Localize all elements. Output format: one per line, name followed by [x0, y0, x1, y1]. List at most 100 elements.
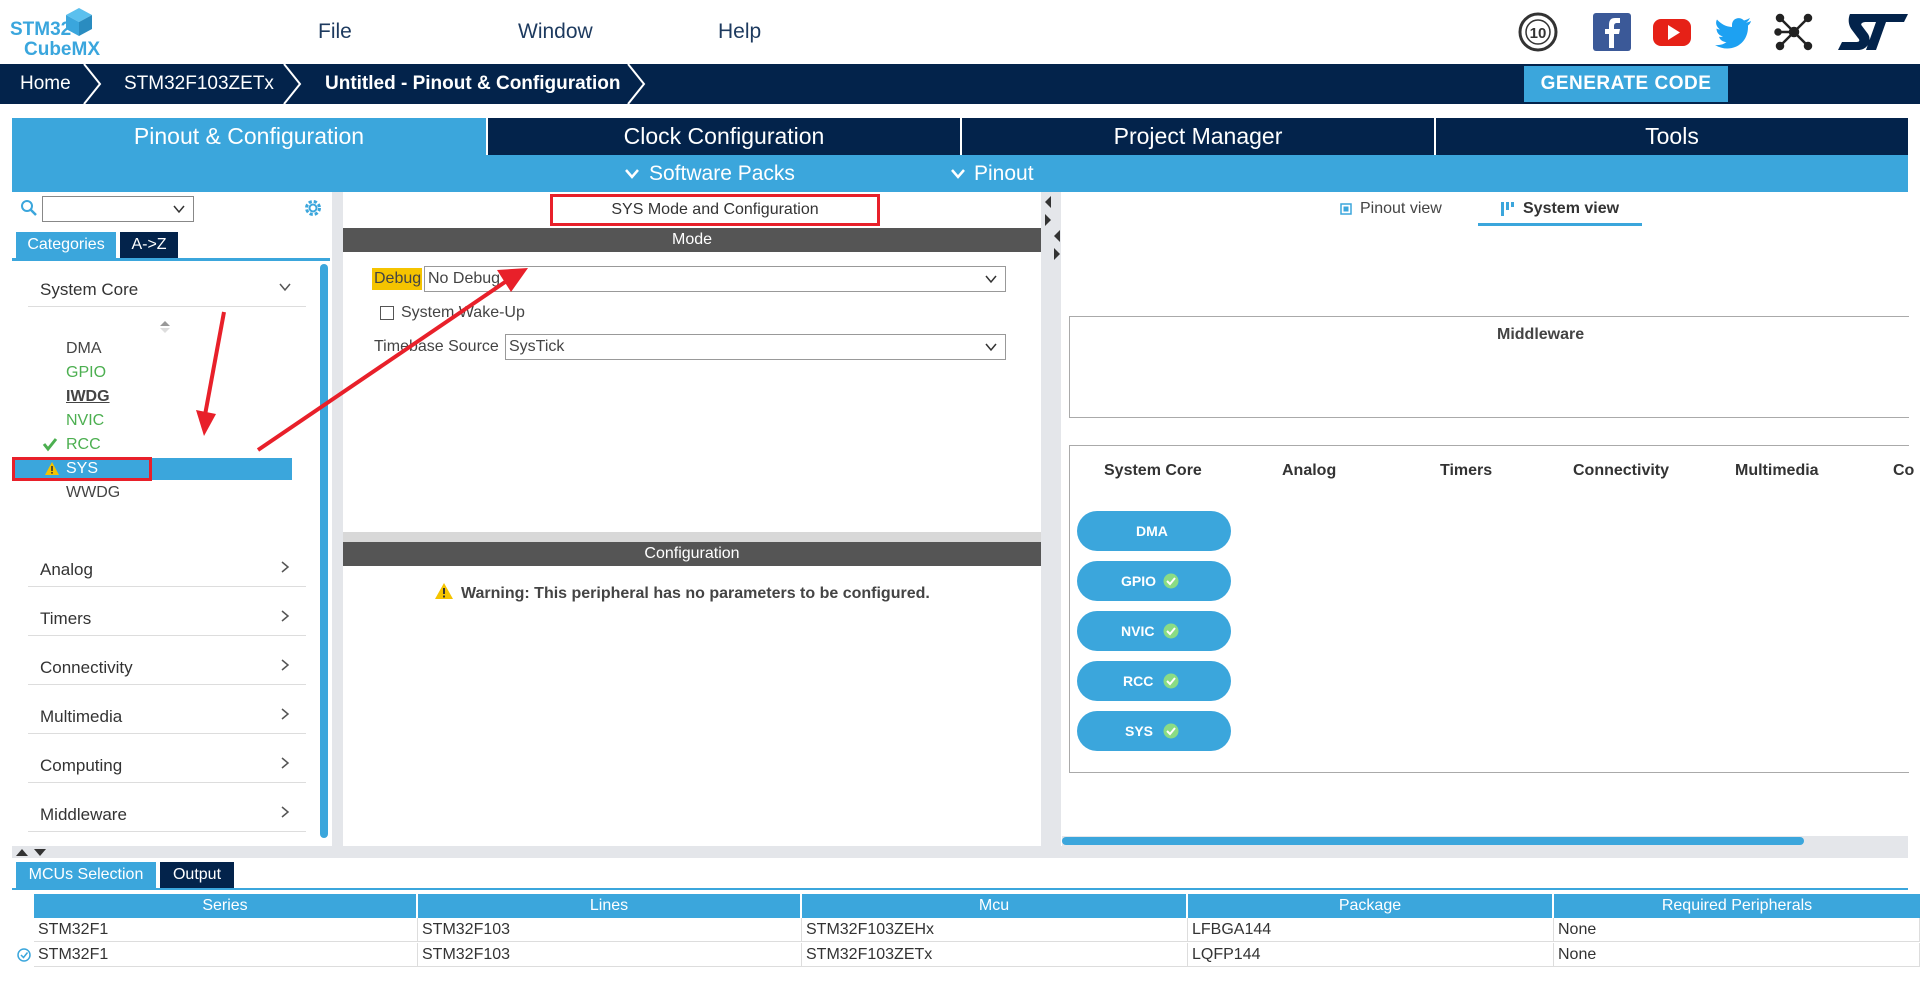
- anniversary-badge-icon[interactable]: 10: [1518, 12, 1558, 52]
- anniversary-number: 10: [1530, 25, 1547, 42]
- debug-label: Debug: [374, 270, 422, 287]
- component-gpio-button[interactable]: GPIO: [1077, 561, 1231, 601]
- twitter-icon[interactable]: [1713, 12, 1753, 52]
- peripheral-rcc[interactable]: RCC: [66, 436, 101, 454]
- system-view-underline: [1478, 223, 1642, 226]
- tab-pinout-view[interactable]: Pinout view: [1360, 200, 1442, 218]
- column-header-mcu[interactable]: Mcu: [802, 894, 1188, 918]
- generate-code-button[interactable]: GENERATE CODE: [1524, 66, 1728, 102]
- group-middleware[interactable]: Middleware: [28, 795, 306, 832]
- group-computing[interactable]: Computing: [28, 746, 306, 783]
- peripheral-iwdg[interactable]: IWDG: [66, 388, 110, 406]
- app-logo-text: STM32: [10, 19, 72, 40]
- peripheral-wwdg[interactable]: WWDG: [66, 484, 120, 502]
- chevron-right-icon: [281, 659, 290, 671]
- table-cell[interactable]: LFBGA144: [1188, 918, 1554, 942]
- left-scrollbar-thumb[interactable]: [320, 264, 328, 838]
- chevron-right-icon: [281, 708, 290, 720]
- column-header-series[interactable]: Series: [34, 894, 418, 918]
- system-view-icon: [1501, 202, 1514, 216]
- component-rcc-button[interactable]: RCC: [1077, 661, 1231, 701]
- tab-mcus-selection[interactable]: MCUs Selection: [16, 862, 156, 888]
- search-input[interactable]: [42, 196, 194, 222]
- tab-a-z[interactable]: A->Z: [120, 232, 178, 258]
- software-packs-menu[interactable]: Software Packs: [649, 155, 795, 192]
- column-header-lines[interactable]: Lines: [418, 894, 802, 918]
- gear-icon[interactable]: [302, 197, 324, 219]
- debug-select-value: No Debug: [428, 270, 501, 287]
- tab-categories[interactable]: Categories: [16, 232, 116, 258]
- group-system-core[interactable]: System Core: [28, 270, 306, 307]
- chevron-right-icon: [281, 757, 290, 769]
- system-wakeup-checkbox[interactable]: [380, 306, 394, 320]
- table-cell[interactable]: None: [1554, 943, 1920, 967]
- table-cell[interactable]: LQFP144: [1188, 943, 1554, 967]
- breadcrumb-home[interactable]: Home: [20, 64, 71, 104]
- panel-splitter[interactable]: [332, 192, 343, 846]
- column-multimedia: Multimedia: [1735, 462, 1819, 479]
- table-cell[interactable]: STM32F103ZETx: [802, 943, 1188, 967]
- breadcrumb-current[interactable]: Untitled - Pinout & Configuration: [325, 64, 621, 104]
- network-icon[interactable]: [1774, 12, 1814, 52]
- tab-project-manager[interactable]: Project Manager: [962, 118, 1434, 155]
- expand-arrow-icon[interactable]: [1052, 228, 1062, 264]
- table-cell[interactable]: STM32F103ZEHx: [802, 918, 1188, 942]
- component-label: GPIO: [1121, 573, 1157, 589]
- group-connectivity[interactable]: Connectivity: [28, 648, 306, 685]
- menu-help[interactable]: Help: [718, 20, 761, 44]
- panel-splitter[interactable]: [1041, 192, 1061, 846]
- tab-tools[interactable]: Tools: [1436, 118, 1908, 155]
- annotation-highlight-box: [12, 457, 152, 481]
- group-timers[interactable]: Timers: [28, 599, 306, 636]
- chevron-down-icon: [279, 283, 291, 292]
- chevron-down-icon: [985, 275, 997, 284]
- tab-system-view[interactable]: System view: [1523, 200, 1619, 218]
- sort-icon[interactable]: [159, 320, 171, 334]
- search-icon[interactable]: [20, 199, 38, 217]
- column-header-required-peripherals[interactable]: Required Peripherals: [1554, 894, 1920, 918]
- bottom-splitter[interactable]: [12, 846, 1908, 858]
- column-header-package[interactable]: Package: [1188, 894, 1554, 918]
- collapse-arrow-icon[interactable]: [1043, 194, 1053, 230]
- table-cell[interactable]: STM32F103: [418, 943, 802, 967]
- component-nvic-button[interactable]: NVIC: [1077, 611, 1231, 651]
- group-label: Timers: [40, 609, 92, 628]
- peripheral-nvic[interactable]: NVIC: [66, 412, 104, 430]
- menu-window[interactable]: Window: [518, 20, 593, 44]
- right-scrollbar-thumb[interactable]: [1062, 837, 1804, 845]
- check-circle-icon: [1163, 573, 1179, 589]
- chip-icon: [1340, 203, 1352, 215]
- breadcrumb-separator-icon: [283, 64, 302, 104]
- breadcrumb-separator-icon: [83, 64, 102, 104]
- table-cell[interactable]: STM32F1: [34, 918, 418, 942]
- tab-output[interactable]: Output: [160, 862, 234, 888]
- menu-file[interactable]: File: [318, 20, 352, 44]
- chevron-down-icon: [173, 205, 185, 214]
- timebase-source-select[interactable]: SysTick: [505, 334, 1006, 360]
- component-dma-button[interactable]: DMA: [1077, 511, 1231, 551]
- peripheral-gpio[interactable]: GPIO: [66, 364, 106, 382]
- resize-arrows-icon[interactable]: [14, 847, 50, 857]
- breadcrumb-mcu[interactable]: STM32F103ZETx: [124, 64, 274, 104]
- tab-clock-configuration[interactable]: Clock Configuration: [488, 118, 960, 155]
- debug-select[interactable]: No Debug: [424, 266, 1006, 292]
- mode-config-splitter[interactable]: [343, 532, 1041, 542]
- table-cell[interactable]: STM32F103: [418, 918, 802, 942]
- pinout-menu[interactable]: Pinout: [974, 155, 1034, 192]
- group-label: Analog: [40, 560, 93, 579]
- peripheral-dma[interactable]: DMA: [66, 340, 102, 358]
- table-cell[interactable]: STM32F1: [34, 943, 418, 967]
- table-cell[interactable]: None: [1554, 918, 1920, 942]
- st-brand-logo-icon[interactable]: [1836, 10, 1910, 54]
- column-timers: Timers: [1440, 462, 1493, 479]
- chevron-right-icon: [281, 610, 290, 622]
- facebook-icon[interactable]: [1592, 12, 1632, 52]
- timebase-select-value: SysTick: [509, 338, 565, 355]
- component-sys-button[interactable]: SYS: [1077, 711, 1231, 751]
- group-multimedia[interactable]: Multimedia: [28, 697, 306, 734]
- group-analog[interactable]: Analog: [28, 550, 306, 587]
- youtube-icon[interactable]: [1652, 12, 1692, 52]
- tab-pinout-configuration[interactable]: Pinout & Configuration: [12, 118, 486, 155]
- breadcrumb-separator-icon: [627, 64, 646, 104]
- chevron-down-icon: [951, 169, 965, 179]
